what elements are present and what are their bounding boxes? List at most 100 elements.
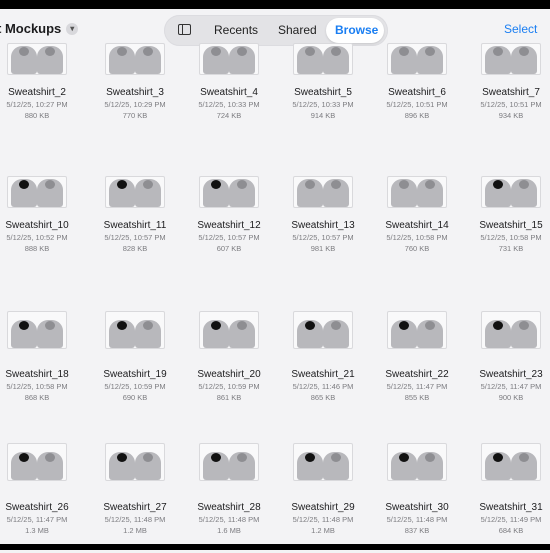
file-item[interactable]: Sweatshirt_10 5/12/25, 10:52 PM 888 KB [0,176,84,286]
file-item[interactable]: Sweatshirt_7 5/12/25, 10:51 PM 934 KB [464,43,550,153]
file-item[interactable]: Sweatshirt_11 5/12/25, 10:57 PM 828 KB [88,176,182,286]
file-size: 837 KB [404,526,430,535]
file-item[interactable]: Sweatshirt_3 5/12/25, 10:29 PM 770 KB [88,43,182,153]
file-date: 5/12/25, 11:47 PM [480,382,542,391]
file-item[interactable]: Sweatshirt_4 5/12/25, 10:33 PM 724 KB [182,43,276,153]
file-thumbnail [293,43,353,75]
file-item[interactable]: Sweatshirt_22 5/12/25, 11:47 PM 855 KB [370,311,464,421]
file-name: Sweatshirt_28 [197,502,261,513]
hoodie-front-icon [11,46,37,74]
file-thumbnail [105,443,165,481]
hoodie-back-icon [37,179,63,207]
folder-title[interactable]: t Mockups ▾ [0,21,79,36]
file-item[interactable]: Sweatshirt_20 5/12/25, 10:59 PM 861 KB [182,311,276,421]
file-size: 1.6 MB [217,526,241,535]
file-size: 981 KB [310,244,336,253]
file-thumbnail [293,311,353,349]
file-name: Sweatshirt_27 [103,502,167,513]
file-item[interactable]: Sweatshirt_23 5/12/25, 11:47 PM 900 KB [464,311,550,421]
hoodie-front-icon [203,46,229,74]
hoodie-front-icon [11,452,37,480]
hoodie-back-icon [323,320,349,348]
file-date: 5/12/25, 10:59 PM [198,382,260,391]
file-name: Sweatshirt_6 [388,87,446,98]
file-date: 5/12/25, 10:33 PM [292,100,354,109]
hoodie-back-icon [417,46,443,74]
file-item[interactable]: Sweatshirt_30 5/12/25, 11:48 PM 837 KB [370,443,464,553]
file-item[interactable]: Sweatshirt_14 5/12/25, 10:58 PM 760 KB [370,176,464,286]
tab-shared[interactable]: Shared [278,23,317,37]
file-size: 724 KB [216,111,242,120]
file-name: Sweatshirt_11 [103,220,167,231]
hoodie-front-icon [485,452,511,480]
file-size: 855 KB [404,393,430,402]
file-item[interactable]: Sweatshirt_28 5/12/25, 11:48 PM 1.6 MB [182,443,276,553]
file-date: 5/12/25, 11:49 PM [480,515,542,524]
file-item[interactable]: Sweatshirt_19 5/12/25, 10:59 PM 690 KB [88,311,182,421]
hoodie-back-icon [135,179,161,207]
file-thumbnail [199,311,259,349]
file-thumbnail [199,176,259,208]
file-date: 5/12/25, 10:29 PM [104,100,166,109]
hoodie-back-icon [417,452,443,480]
hoodie-front-icon [203,452,229,480]
file-name: Sweatshirt_19 [103,369,167,380]
tab-browse[interactable]: Browse [326,18,384,43]
file-date: 5/12/25, 10:27 PM [6,100,68,109]
hoodie-front-icon [109,46,135,74]
file-date: 5/12/25, 10:58 PM [480,233,542,242]
file-item[interactable]: Sweatshirt_18 5/12/25, 10:58 PM 868 KB [0,311,84,421]
hoodie-front-icon [297,452,323,480]
hoodie-front-icon [203,179,229,207]
hoodie-front-icon [485,320,511,348]
file-thumbnail [387,43,447,75]
file-date: 5/12/25, 10:58 PM [6,382,68,391]
file-item[interactable]: Sweatshirt_12 5/12/25, 10:57 PM 607 KB [182,176,276,286]
file-item[interactable]: Sweatshirt_13 5/12/25, 10:57 PM 981 KB [276,176,370,286]
file-name: Sweatshirt_14 [385,220,449,231]
file-date: 5/12/25, 10:59 PM [104,382,166,391]
file-name: Sweatshirt_21 [291,369,355,380]
file-item[interactable]: Sweatshirt_21 5/12/25, 11:46 PM 865 KB [276,311,370,421]
file-grid: Sweatshirt_2 5/12/25, 10:27 PM 880 KB Sweat… [0,43,550,545]
file-item[interactable]: Sweatshirt_6 5/12/25, 10:51 PM 896 KB [370,43,464,153]
file-size: 607 KB [216,244,242,253]
file-item[interactable]: Sweatshirt_5 5/12/25, 10:33 PM 914 KB [276,43,370,153]
file-date: 5/12/25, 11:48 PM [292,515,354,524]
top-border [0,0,550,9]
file-name: Sweatshirt_31 [479,502,543,513]
file-item[interactable]: Sweatshirt_26 5/12/25, 11:47 PM 1.3 MB [0,443,84,553]
file-thumbnail [481,443,541,481]
file-item[interactable]: Sweatshirt_27 5/12/25, 11:48 PM 1.2 MB [88,443,182,553]
hoodie-front-icon [391,320,417,348]
hoodie-back-icon [323,452,349,480]
hoodie-back-icon [511,320,537,348]
tab-recents[interactable]: Recents [214,23,258,37]
hoodie-back-icon [37,452,63,480]
file-date: 5/12/25, 10:52 PM [6,233,68,242]
file-item[interactable]: Sweatshirt_31 5/12/25, 11:49 PM 684 KB [464,443,550,553]
file-name: Sweatshirt_12 [197,220,261,231]
file-thumbnail [481,43,541,75]
file-name: Sweatshirt_23 [479,369,543,380]
file-name: Sweatshirt_29 [291,502,355,513]
file-size: 880 KB [24,111,50,120]
file-size: 900 KB [498,393,524,402]
file-size: 868 KB [24,393,50,402]
file-date: 5/12/25, 10:51 PM [386,100,448,109]
file-item[interactable]: Sweatshirt_2 5/12/25, 10:27 PM 880 KB [0,43,84,153]
file-date: 5/12/25, 11:48 PM [104,515,166,524]
file-date: 5/12/25, 10:33 PM [198,100,260,109]
hoodie-back-icon [229,320,255,348]
file-item[interactable]: Sweatshirt_15 5/12/25, 10:58 PM 731 KB [464,176,550,286]
hoodie-front-icon [297,320,323,348]
chevron-down-icon[interactable]: ▾ [66,22,79,35]
file-size: 731 KB [498,244,524,253]
file-thumbnail [105,311,165,349]
hoodie-front-icon [391,46,417,74]
file-thumbnail [7,443,67,481]
select-button[interactable]: Select [504,22,537,36]
sidebar-icon[interactable] [178,24,191,35]
file-size: 861 KB [216,393,242,402]
file-item[interactable]: Sweatshirt_29 5/12/25, 11:48 PM 1.2 MB [276,443,370,553]
